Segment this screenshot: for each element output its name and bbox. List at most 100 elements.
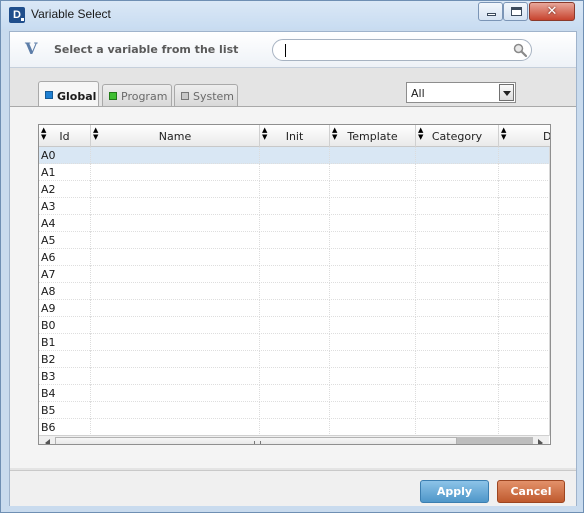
close-button[interactable]: ✕ — [529, 2, 575, 21]
table-row[interactable]: A4 — [39, 215, 550, 232]
chevron-down-icon[interactable] — [499, 84, 514, 101]
table-cell — [260, 181, 330, 198]
row-id: B2 — [41, 353, 56, 366]
table-row[interactable]: A8 — [39, 283, 550, 300]
table-cell — [260, 402, 330, 419]
tab-system[interactable]: System — [174, 84, 238, 106]
row-id: B6 — [41, 421, 56, 434]
row-id: A3 — [41, 200, 56, 213]
row-id: A7 — [41, 268, 56, 281]
table-cell — [91, 283, 260, 300]
table-cell — [416, 385, 499, 402]
row-id: A5 — [41, 234, 56, 247]
table-cell — [416, 249, 499, 266]
table-cell — [416, 266, 499, 283]
table-cell — [91, 164, 260, 181]
sort-icon[interactable]: ▲ ▼ — [501, 127, 506, 141]
table-row[interactable]: B1 — [39, 334, 550, 351]
table-cell — [416, 368, 499, 385]
header-band: V Select a variable from the list — [10, 32, 576, 68]
table-cell — [330, 249, 416, 266]
table-cell — [330, 164, 416, 181]
apply-button[interactable]: Apply — [420, 480, 489, 503]
table-row[interactable]: B0 — [39, 317, 550, 334]
app-logo: D — [9, 7, 25, 23]
table-cell — [330, 317, 416, 334]
column-header-category[interactable]: ▲ ▼ Category — [416, 125, 499, 147]
window-title: Variable Select — [31, 7, 111, 21]
filter-dropdown[interactable]: All — [406, 82, 516, 103]
minimize-button[interactable] — [478, 2, 503, 21]
tab-program[interactable]: Program — [102, 84, 172, 106]
table-cell — [416, 147, 499, 164]
table-row[interactable]: A9 — [39, 300, 550, 317]
table-row[interactable]: B3 — [39, 368, 550, 385]
table-cell — [260, 249, 330, 266]
table-cell — [91, 300, 260, 317]
table-cell — [91, 351, 260, 368]
table-row[interactable]: B2 — [39, 351, 550, 368]
table-cell — [416, 198, 499, 215]
row-id: A8 — [41, 285, 56, 298]
table-cell — [330, 215, 416, 232]
table-row[interactable]: A1 — [39, 164, 550, 181]
search-icon[interactable] — [513, 43, 527, 57]
table-row[interactable]: A5 — [39, 232, 550, 249]
column-header-name[interactable]: ▲ ▼ Name — [91, 125, 260, 147]
table-cell — [330, 232, 416, 249]
table-cell — [260, 334, 330, 351]
tab-global[interactable]: Global — [38, 81, 99, 106]
text-caret — [285, 44, 286, 57]
row-id: A2 — [41, 183, 56, 196]
table-cell — [260, 317, 330, 334]
table-cell — [260, 164, 330, 181]
global-scope-icon — [45, 91, 53, 99]
table-row[interactable]: A0 — [39, 147, 550, 164]
title-bar[interactable]: D Variable Select ✕ — [1, 1, 583, 29]
table-cell — [416, 317, 499, 334]
program-scope-icon — [109, 92, 117, 100]
table-cell — [260, 147, 330, 164]
table-cell — [416, 419, 499, 436]
table-cell — [416, 300, 499, 317]
table-cell — [330, 181, 416, 198]
tab-label: System — [193, 90, 235, 103]
table-row[interactable]: A3 — [39, 198, 550, 215]
table-row[interactable]: A6 — [39, 249, 550, 266]
table-cell — [91, 368, 260, 385]
horizontal-scroll-track[interactable] — [457, 437, 533, 444]
scroll-left-icon[interactable] — [41, 436, 55, 444]
table-cell — [260, 283, 330, 300]
table-cell — [330, 283, 416, 300]
table-cell — [416, 334, 499, 351]
vertical-scrollbar[interactable] — [549, 147, 550, 435]
table-row[interactable]: B5 — [39, 402, 550, 419]
scroll-right-icon[interactable] — [533, 436, 547, 444]
column-header-template[interactable]: ▲ ▼ Template — [330, 125, 416, 147]
cancel-button[interactable]: Cancel — [497, 480, 565, 503]
table-cell — [416, 164, 499, 181]
close-icon: ✕ — [546, 4, 558, 19]
horizontal-scrollbar[interactable] — [39, 435, 549, 444]
column-header-init[interactable]: ▲ ▼ Init — [260, 125, 330, 147]
table-cell — [91, 334, 260, 351]
table-row[interactable]: B4 — [39, 385, 550, 402]
table-cell — [416, 232, 499, 249]
column-header-id[interactable]: ▲ ▼ Id — [39, 125, 91, 147]
grid-header: ▲ ▼ Id ▲ ▼ Name ▲ ▼ Init ▲ ▼ Template ▲ … — [39, 125, 550, 147]
table-row[interactable]: A7 — [39, 266, 550, 283]
grid-rows: A0 A1 A2 A3 A4 A5 A6 A7 A8 A9 B0 B1 B2 B3 B4 B5 B6 — [39, 147, 550, 436]
table-row[interactable]: A2 — [39, 181, 550, 198]
dialog-client-area: V Select a variable from the list Global… — [9, 31, 577, 506]
row-id: A9 — [41, 302, 56, 315]
row-id: B4 — [41, 387, 56, 400]
column-header-d[interactable]: ▲ ▼ D — [499, 125, 550, 147]
maximize-button[interactable] — [503, 2, 528, 21]
search-input[interactable] — [272, 39, 532, 61]
table-cell — [330, 300, 416, 317]
header-instruction: Select a variable from the list — [54, 43, 239, 56]
table-row[interactable]: B6 — [39, 419, 550, 436]
horizontal-scroll-thumb[interactable] — [55, 437, 457, 444]
table-cell — [91, 147, 260, 164]
variable-grid: ▲ ▼ Id ▲ ▼ Name ▲ ▼ Init ▲ ▼ Template ▲ … — [38, 124, 551, 445]
